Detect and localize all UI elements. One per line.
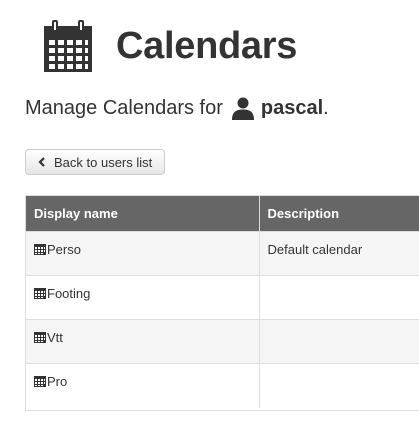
- calendar-name[interactable]: Perso: [47, 242, 81, 257]
- calendar-description-cell: Default calendar: [259, 231, 419, 276]
- subtitle-suffix: .: [323, 96, 329, 119]
- calendar-description-cell: [259, 363, 419, 408]
- table-row[interactable]: Perso Default calendar: [26, 231, 419, 276]
- calendar-icon: [34, 332, 46, 343]
- calendar-icon: [34, 244, 46, 255]
- page-subtitle: Manage Calendars for pascal.: [25, 96, 329, 120]
- page-header: Calendars: [44, 18, 297, 74]
- back-to-users-button[interactable]: Back to users list: [25, 149, 165, 175]
- calendar-name-cell[interactable]: Pro: [26, 363, 260, 408]
- table-row[interactable]: Vtt: [26, 319, 419, 364]
- calendar-icon: [34, 288, 46, 299]
- table-header-row: Display name Description: [26, 196, 419, 232]
- calendar-name-cell[interactable]: Vtt: [26, 319, 260, 364]
- calendar-name[interactable]: Vtt: [47, 330, 63, 345]
- calendar-name[interactable]: Pro: [47, 374, 67, 389]
- calendar-name[interactable]: Footing: [47, 286, 90, 301]
- calendar-name-cell[interactable]: Perso: [26, 231, 260, 276]
- calendar-icon: [44, 20, 92, 72]
- user-icon: [231, 97, 254, 120]
- calendar-description-cell: [259, 275, 419, 320]
- username: pascal: [260, 96, 324, 119]
- calendar-name-cell[interactable]: Footing: [26, 275, 260, 320]
- column-header-description[interactable]: Description: [259, 196, 419, 232]
- back-button-label: Back to users list: [54, 154, 153, 170]
- calendars-table: Display name Description Perso Default c…: [25, 195, 419, 411]
- calendar-description-cell: [259, 319, 419, 364]
- chevron-left-icon: [38, 157, 45, 167]
- page-title: Calendars: [116, 24, 298, 67]
- calendar-icon: [34, 376, 46, 387]
- table-row[interactable]: Footing: [26, 275, 419, 320]
- column-header-display-name[interactable]: Display name: [26, 196, 260, 232]
- subtitle-prefix: Manage Calendars for: [25, 96, 223, 119]
- table-row[interactable]: Pro: [26, 363, 419, 408]
